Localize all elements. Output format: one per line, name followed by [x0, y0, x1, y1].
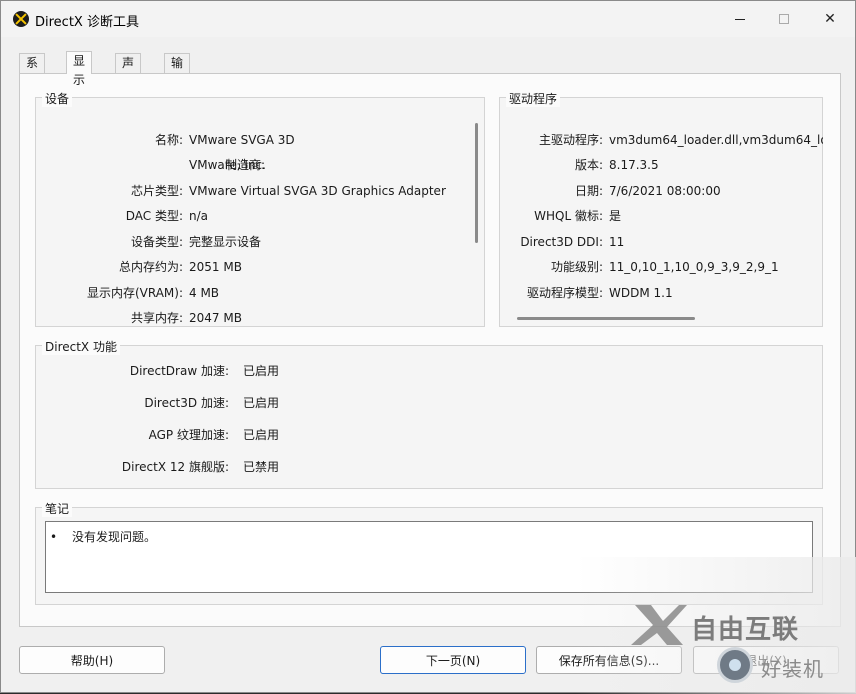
device-total-memory-value: 2051 MB — [189, 260, 242, 274]
directx-row-label: Direct3D 加速: — [35, 395, 229, 411]
directx-row-label: DirectDraw 加速: — [35, 363, 229, 379]
device-shared-memory-value: 2047 MB — [189, 311, 242, 325]
note-bullet: • — [50, 530, 58, 544]
driver-model-label: 驱动程序模型: — [526, 286, 603, 300]
directdraw-accel-label: DirectDraw 加速: — [129, 364, 229, 378]
minimize-button[interactable] — [717, 1, 763, 37]
device-dac-label: DAC 类型: — [125, 209, 183, 223]
notes-textbox[interactable]: • 没有发现问题。 — [45, 521, 813, 593]
watermark-text-ziyouhulian: 自由互联 — [691, 615, 800, 645]
agp-texture-accel-value: 已启用 — [243, 428, 280, 442]
directx12-ultimate-value: 已禁用 — [243, 460, 280, 474]
watermark-text-haozhuangji: 好装机 — [761, 657, 824, 681]
agp-texture-accel-label: AGP 纹理加速: — [148, 428, 229, 442]
device-dac-value: n/a — [189, 209, 209, 223]
directx-row-label: DirectX 12 旗舰版: — [35, 459, 229, 475]
driver-row-label: Direct3D DDI: — [499, 234, 603, 250]
device-vertical-scrollbar[interactable] — [475, 123, 478, 243]
device-manufacturer-value: VMware, Inc. — [189, 158, 266, 172]
next-page-button[interactable]: 下一页(N) — [380, 646, 526, 674]
device-vram-value: 4 MB — [189, 286, 220, 300]
device-row-label: 显示内存(VRAM): — [35, 285, 183, 301]
device-row-label: 名称: — [35, 132, 183, 148]
directx-row-label: AGP 纹理加速: — [35, 427, 229, 443]
save-all-info-button[interactable]: 保存所有信息(S)... — [536, 646, 682, 674]
driver-ddi-value: 11 — [609, 235, 625, 249]
driver-row-label: 驱动程序模型: — [499, 285, 603, 301]
directx-app-icon — [13, 11, 29, 27]
direct3d-accel-label: Direct3D 加速: — [144, 396, 229, 410]
tab-input[interactable]: 输入 — [164, 53, 191, 89]
device-total-memory-label: 总内存约为: — [118, 260, 183, 274]
driver-model-value: WDDM 1.1 — [609, 286, 673, 300]
device-row-label: 设备类型: — [35, 234, 183, 250]
title-bar[interactable]: DirectX 诊断工具 ✕ — [1, 1, 855, 37]
driver-main-value: vm3dum64_loader.dll,vm3dum64_loa — [609, 133, 823, 147]
device-vram-label: 显示内存(VRAM): — [86, 286, 183, 300]
directx-features-group-label: DirectX 功能 — [42, 338, 120, 355]
device-type-label: 设备类型: — [130, 235, 183, 249]
device-name-label: 名称: — [154, 133, 183, 147]
driver-feature-levels-label: 功能级别: — [550, 260, 603, 274]
device-chip-value: VMware Virtual SVGA 3D Graphics Adapter — [189, 184, 446, 198]
device-row-label: 总内存约为: — [35, 259, 183, 275]
driver-date-label: 日期: — [574, 184, 603, 198]
device-shared-memory-label: 共享内存: — [130, 311, 183, 325]
tab-system[interactable]: 系统 — [19, 53, 46, 89]
directdraw-accel-value: 已启用 — [243, 364, 280, 378]
driver-date-value: 7/6/2021 08:00:00 — [609, 184, 721, 198]
device-chip-label: 芯片类型: — [130, 184, 183, 198]
driver-row-label: 功能级别: — [499, 259, 603, 275]
driver-row-label: 版本: — [499, 157, 603, 173]
driver-feature-levels-value: 11_0,10_1,10_0,9_3,9_2,9_1 — [609, 260, 779, 274]
driver-ddi-label: Direct3D DDI: — [520, 235, 603, 249]
driver-row-label: WHQL 徽标: — [499, 208, 603, 224]
driver-version-label: 版本: — [574, 158, 603, 172]
driver-horizontal-scrollbar[interactable] — [517, 317, 695, 320]
directx12-ultimate-label: DirectX 12 旗舰版: — [121, 460, 229, 474]
directx-diagnostic-window: DirectX 诊断工具 ✕ 系统 显示 声音 输入 设备 名称: VMware… — [0, 0, 856, 694]
minimize-icon — [735, 18, 745, 20]
tab-display[interactable]: 显示 — [66, 51, 93, 87]
driver-version-value: 8.17.3.5 — [609, 158, 659, 172]
driver-group-label: 驱动程序 — [506, 90, 561, 107]
driver-whql-label: WHQL 徽标: — [534, 209, 603, 223]
driver-main-label: 主驱动程序: — [538, 133, 603, 147]
driver-row-label: 主驱动程序: — [499, 132, 603, 148]
device-group-label: 设备 — [42, 90, 73, 107]
watermark-x-logo-icon — [631, 605, 687, 645]
help-button[interactable]: 帮助(H) — [19, 646, 165, 674]
maximize-button[interactable] — [761, 1, 807, 37]
device-name-value: VMware SVGA 3D — [189, 133, 295, 147]
device-row-label: DAC 类型: — [35, 208, 183, 224]
tab-sound[interactable]: 声音 — [115, 53, 142, 89]
driver-whql-value: 是 — [609, 209, 622, 223]
note-text: 没有发现问题。 — [72, 530, 157, 544]
direct3d-accel-value: 已启用 — [243, 396, 280, 410]
device-type-value: 完整显示设备 — [189, 235, 262, 249]
window-title: DirectX 诊断工具 — [35, 15, 139, 30]
device-row-label: 芯片类型: — [35, 183, 183, 199]
notes-group-label: 笔记 — [42, 500, 73, 517]
close-button[interactable]: ✕ — [807, 1, 853, 37]
maximize-icon — [779, 14, 789, 24]
close-icon: ✕ — [824, 11, 836, 27]
device-row-label: 共享内存: — [35, 310, 183, 326]
driver-row-label: 日期: — [499, 183, 603, 199]
watermark-circle-icon — [717, 647, 753, 683]
